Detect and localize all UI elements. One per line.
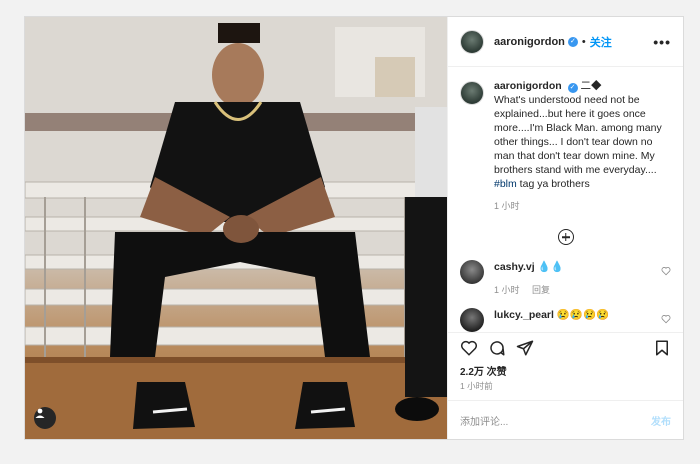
follow-button[interactable]: 关注 xyxy=(590,34,612,50)
comment-body: cashy.vj 💧💧 1 小时 回复 xyxy=(494,260,661,296)
separator-dot: • xyxy=(581,35,586,48)
heart-icon[interactable] xyxy=(460,339,478,357)
comments-section[interactable]: aaronigordon ✓ 二◆ What's understood need… xyxy=(448,67,683,332)
post-time: 1 小时前 xyxy=(460,381,493,391)
user-tag-icon[interactable] xyxy=(34,407,56,429)
comment-input[interactable]: 添加评论... xyxy=(460,413,651,428)
post-header: aaronigordon ✓ • 关注 ••• xyxy=(448,17,683,67)
avatar[interactable] xyxy=(460,260,484,284)
avatar[interactable] xyxy=(460,29,484,54)
header-username[interactable]: aaronigordon xyxy=(494,36,565,48)
comment-item: lukcy._pearl 😢😢😢😢 xyxy=(460,308,671,332)
reply-button[interactable]: 回复 xyxy=(532,285,550,295)
comment-meta: 1 小时 回复 xyxy=(494,283,661,296)
share-icon[interactable] xyxy=(516,339,534,357)
caption-tail: tag ya brothers xyxy=(516,178,590,190)
comment-like-heart-icon[interactable] xyxy=(661,266,671,276)
hashtag-link[interactable]: #blm xyxy=(494,178,517,190)
bookmark-icon[interactable] xyxy=(653,339,671,357)
user-tag-glyph xyxy=(35,408,45,418)
post-side-panel: aaronigordon ✓ • 关注 ••• aaronigordon ✓ 二… xyxy=(447,17,683,439)
comment-text: 😢😢😢😢 xyxy=(556,309,610,321)
comment-username[interactable]: lukcy._pearl xyxy=(494,309,554,321)
comment-text: 💧💧 xyxy=(537,261,564,273)
caption: aaronigordon ✓ 二◆ What's understood need… xyxy=(460,79,671,213)
photo-illustration xyxy=(25,17,447,439)
verified-badge-icon: ✓ xyxy=(567,83,578,93)
more-options-icon[interactable]: ••• xyxy=(653,34,671,50)
comment-body: lukcy._pearl 😢😢😢😢 xyxy=(494,308,661,321)
avatar[interactable] xyxy=(460,308,484,332)
verified-badge-icon: ✓ xyxy=(567,36,578,47)
caption-text: What's understood need not be explained.… xyxy=(494,94,662,176)
action-bar xyxy=(448,332,683,363)
post-photo[interactable] xyxy=(25,17,447,439)
post-comment-button[interactable]: 发布 xyxy=(651,413,671,428)
comment-item: cashy.vj 💧💧 1 小时 回复 xyxy=(460,260,671,296)
add-comment-bar: 添加评论... 发布 xyxy=(448,400,683,439)
comment-time: 1 小时 xyxy=(494,285,520,295)
caption-time: 1 小时 xyxy=(494,201,520,211)
comment-like-heart-icon[interactable] xyxy=(661,314,671,324)
caption-emoji: 二◆ xyxy=(580,80,602,92)
caption-body: aaronigordon ✓ 二◆ What's understood need… xyxy=(494,79,671,213)
comment-username[interactable]: cashy.vj xyxy=(494,261,535,273)
comment-icon[interactable] xyxy=(488,339,506,357)
load-more-comments-icon[interactable] xyxy=(557,229,574,245)
caption-username[interactable]: aaronigordon xyxy=(494,80,562,92)
avatar[interactable] xyxy=(460,81,484,105)
likes-count[interactable]: 2.2万 次赞 xyxy=(448,363,683,378)
load-more-row xyxy=(460,229,671,250)
instagram-post-card: aaronigordon ✓ • 关注 ••• aaronigordon ✓ 二… xyxy=(24,16,684,440)
